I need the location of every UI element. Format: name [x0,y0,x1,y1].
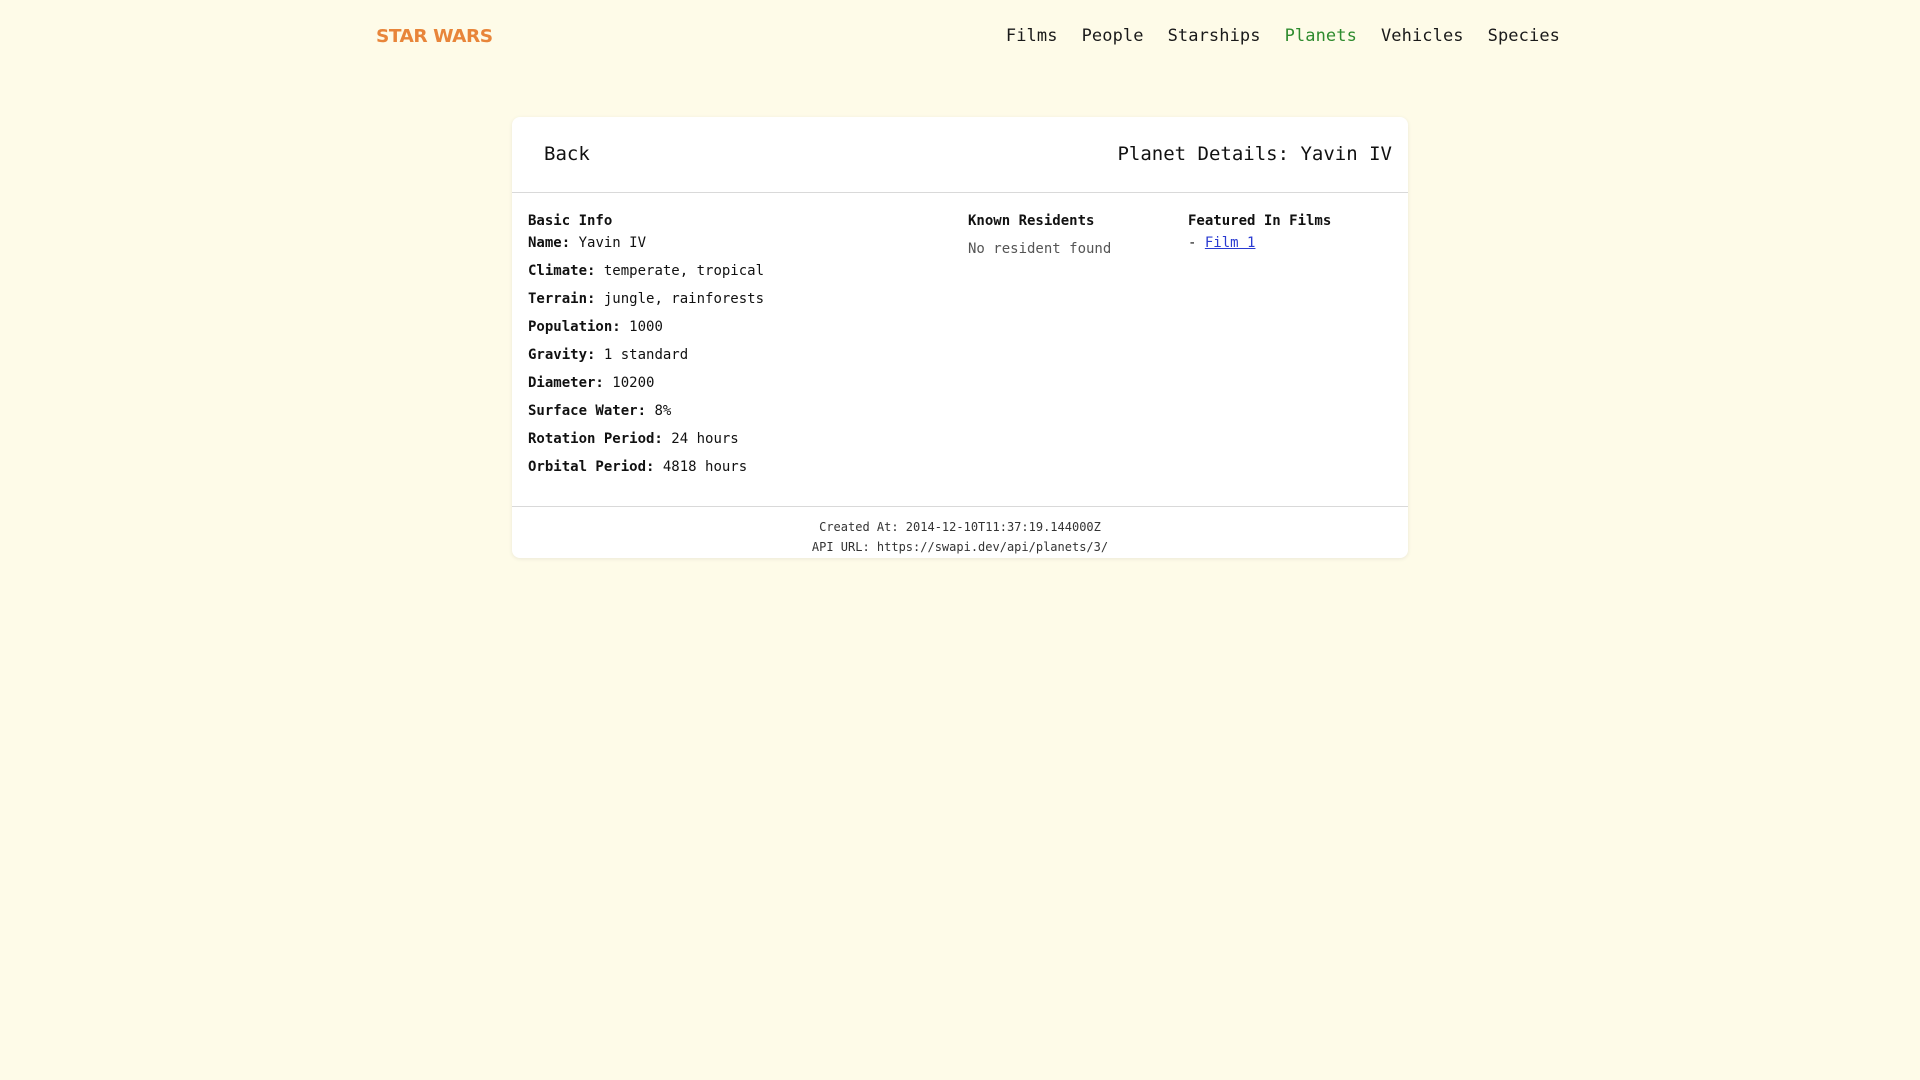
film-list: - Film 1 [1188,234,1331,252]
card-footer: Created At: 2014-12-10T11:37:19.144000Z … [512,507,1408,557]
featured-films-section: Featured In Films - Film 1 [1188,212,1331,252]
no-residents-text: No resident found [968,241,1112,257]
api-url-text: API URL: https://swapi.dev/api/planets/3… [811,540,1109,554]
back-button[interactable]: Back [544,143,590,165]
field-value: 8% [654,403,672,419]
field-label: Gravity: [528,347,596,363]
nav-people[interactable]: People [1082,26,1144,46]
field-label: Rotation Period: [528,431,663,447]
basic-info-row: Rotation Period: 24 hours [528,430,764,448]
basic-info-section: Basic Info Name: Yavin IV Climate: temper… [528,212,764,486]
page-title: Planet Details: Yavin IV [1117,143,1392,165]
field-value: 1000 [629,319,663,335]
basic-info-row: Orbital Period: 4818 hours [528,458,764,476]
basic-info-row: Name: Yavin IV [528,234,764,252]
basic-info-heading: Basic Info [528,213,613,229]
field-label: Diameter: [528,375,604,391]
field-label: Population: [528,319,621,335]
top-navigation-bar: STAR WARS Films People Starships Planets… [0,0,1920,78]
field-label: Climate: [528,263,596,279]
field-label: Terrain: [528,291,596,307]
field-value: jungle, rainforests [603,291,765,307]
field-label: Orbital Period: [528,459,655,475]
field-value: 1 standard [603,347,689,363]
basic-info-row: Diameter: 10200 [528,374,764,392]
field-value: 24 hours [671,431,739,447]
nav-starships[interactable]: Starships [1168,26,1261,46]
known-residents-section: Known Residents No resident found [968,212,1111,258]
film-link[interactable]: Film 1 [1205,235,1256,251]
created-at-text: Created At: 2014-12-10T11:37:19.144000Z [819,520,1101,534]
main-nav: Films People Starships Planets Vehicles … [1006,26,1560,46]
basic-info-row: Climate: temperate, tropical [528,262,764,280]
nav-planets[interactable]: Planets [1285,26,1357,46]
card-body: Basic Info Name: Yavin IV Climate: temper… [512,193,1408,507]
nav-films[interactable]: Films [1006,26,1058,46]
basic-info-row: Terrain: jungle, rainforests [528,290,764,308]
star-wars-logo[interactable]: STAR WARS [376,26,493,47]
field-value: Yavin IV [578,235,647,251]
planet-details-card: Back Planet Details: Yavin IV Basic Info… [512,117,1408,558]
nav-species[interactable]: Species [1488,26,1560,46]
film-bullet: - [1188,235,1197,251]
featured-films-heading: Featured In Films [1188,213,1332,229]
field-label: Surface Water: [528,403,647,419]
field-value: 10200 [612,375,655,391]
basic-info-row: Surface Water: 8% [528,402,764,420]
basic-info-row: Gravity: 1 standard [528,346,764,364]
field-value: temperate, tropical [603,263,765,279]
known-residents-heading: Known Residents [968,213,1095,229]
field-value: 4818 hours [662,459,748,475]
basic-info-list: Name: Yavin IV Climate: temperate, tropic… [528,234,764,476]
basic-info-row: Population: 1000 [528,318,764,336]
film-list-item: - Film 1 [1188,234,1331,252]
nav-vehicles[interactable]: Vehicles [1381,26,1464,46]
field-label: Name: [528,235,571,251]
card-header: Back Planet Details: Yavin IV [512,117,1408,193]
